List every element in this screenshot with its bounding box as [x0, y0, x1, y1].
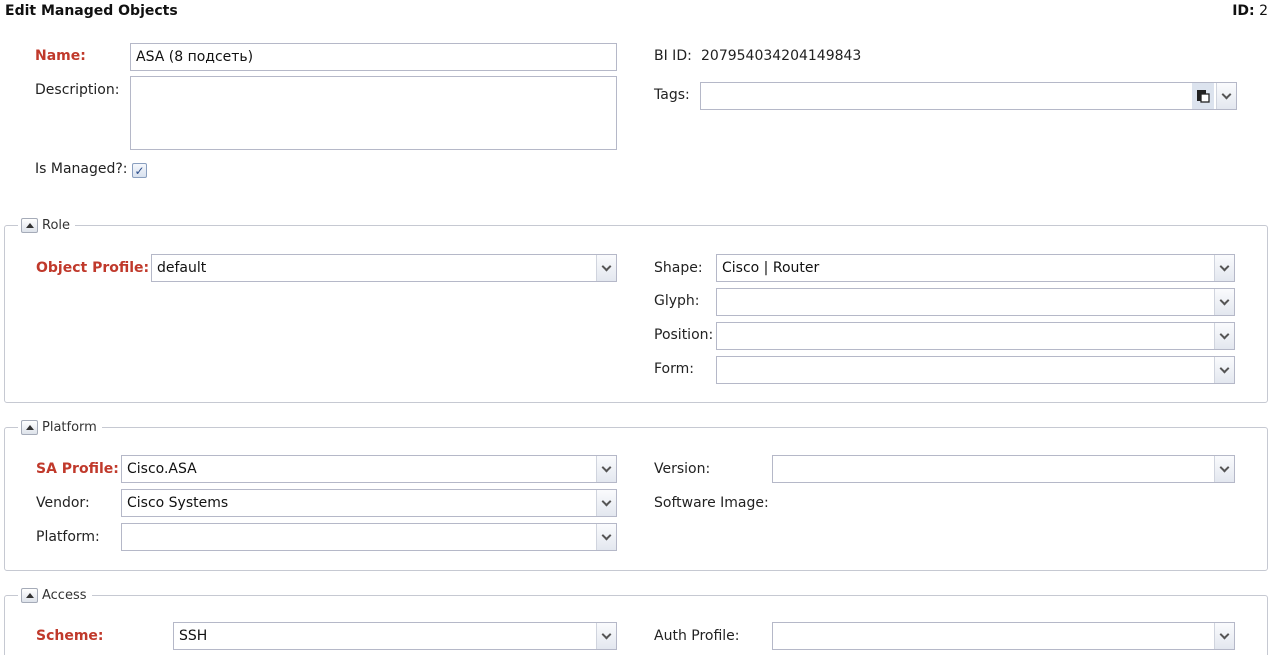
position-trigger[interactable]	[1214, 323, 1234, 349]
sa-profile-select[interactable]: Cisco.ASA	[121, 455, 617, 483]
name-label: Name:	[35, 48, 86, 64]
access-legend: Access	[18, 586, 92, 604]
clipboard-icon	[1197, 90, 1210, 103]
object-profile-value: default	[157, 260, 207, 276]
platform-collapse-button[interactable]	[21, 419, 38, 435]
triangle-up-icon	[25, 592, 34, 598]
object-profile-label: Object Profile:	[36, 260, 150, 276]
name-input[interactable]: ASA (8 подсеть)	[130, 43, 617, 71]
chevron-down-icon	[601, 261, 612, 271]
is-managed-label: Is Managed?:	[35, 161, 128, 177]
shape-label: Shape:	[654, 260, 703, 276]
auth-profile-label: Auth Profile:	[654, 628, 740, 644]
software-image-label: Software Image:	[654, 495, 769, 511]
vendor-select[interactable]: Cisco Systems	[121, 489, 617, 517]
page-title: Edit Managed Objects	[5, 3, 178, 19]
access-collapse-button[interactable]	[21, 587, 38, 603]
auth-profile-select[interactable]	[772, 622, 1235, 650]
chevron-down-icon	[601, 530, 612, 540]
glyph-label: Glyph:	[654, 293, 700, 309]
id-value: 2	[1259, 3, 1268, 19]
vendor-trigger[interactable]	[596, 490, 616, 516]
chevron-down-icon	[601, 462, 612, 472]
chevron-down-icon	[1219, 261, 1230, 271]
platform-trigger[interactable]	[596, 524, 616, 550]
position-select[interactable]	[716, 322, 1235, 350]
sa-profile-trigger[interactable]	[596, 456, 616, 482]
scheme-value: SSH	[179, 628, 208, 644]
triangle-up-icon	[25, 222, 34, 228]
chevron-down-icon	[1219, 329, 1230, 339]
record-id: ID: 2	[1232, 3, 1268, 19]
shape-trigger[interactable]	[1214, 255, 1234, 281]
triangle-up-icon	[25, 424, 34, 430]
tag-picker-button[interactable]	[1192, 83, 1214, 109]
platform-legend-label: Platform	[42, 419, 97, 435]
glyph-trigger[interactable]	[1214, 289, 1234, 315]
chevron-down-icon	[1221, 89, 1232, 99]
description-textarea[interactable]	[130, 76, 617, 150]
object-profile-trigger[interactable]	[596, 255, 616, 281]
position-label: Position:	[654, 327, 714, 343]
platform-legend: Platform	[18, 418, 102, 436]
chevron-down-icon	[1219, 629, 1230, 639]
bi-id-value: 207954034204149843	[701, 48, 862, 64]
form-select[interactable]	[716, 356, 1235, 384]
description-label: Description:	[35, 82, 120, 98]
chevron-down-icon	[601, 496, 612, 506]
id-label: ID:	[1232, 3, 1255, 19]
platform-label: Platform:	[36, 529, 100, 545]
role-legend: Role	[18, 216, 76, 234]
version-trigger[interactable]	[1214, 456, 1234, 482]
shape-value: Cisco | Router	[722, 260, 820, 276]
form-trigger[interactable]	[1214, 357, 1234, 383]
access-legend-label: Access	[42, 587, 87, 603]
vendor-value: Cisco Systems	[127, 495, 229, 511]
scheme-label: Scheme:	[36, 628, 104, 644]
object-profile-select[interactable]: default	[151, 254, 617, 282]
check-icon: ✓	[134, 163, 145, 178]
tags-label: Tags:	[654, 87, 690, 103]
chevron-down-icon	[1219, 295, 1230, 305]
shape-select[interactable]: Cisco | Router	[716, 254, 1235, 282]
sa-profile-label: SA Profile:	[36, 461, 119, 477]
scheme-select[interactable]: SSH	[173, 622, 617, 650]
version-label: Version:	[654, 461, 711, 477]
vendor-label: Vendor:	[36, 495, 90, 511]
is-managed-checkbox[interactable]: ✓	[132, 163, 147, 178]
chevron-down-icon	[601, 629, 612, 639]
bi-id-label: BI ID:	[654, 48, 692, 64]
version-select[interactable]	[772, 455, 1235, 483]
scheme-trigger[interactable]	[596, 623, 616, 649]
role-legend-label: Role	[42, 217, 71, 233]
role-collapse-button[interactable]	[21, 217, 38, 233]
form-label: Form:	[654, 361, 694, 377]
glyph-select[interactable]	[716, 288, 1235, 316]
tags-dropdown-trigger[interactable]	[1216, 83, 1236, 109]
tags-input[interactable]	[700, 82, 1237, 110]
chevron-down-icon	[1219, 462, 1230, 472]
auth-profile-trigger[interactable]	[1214, 623, 1234, 649]
sa-profile-value: Cisco.ASA	[127, 461, 197, 477]
platform-select[interactable]	[121, 523, 617, 551]
chevron-down-icon	[1219, 363, 1230, 373]
